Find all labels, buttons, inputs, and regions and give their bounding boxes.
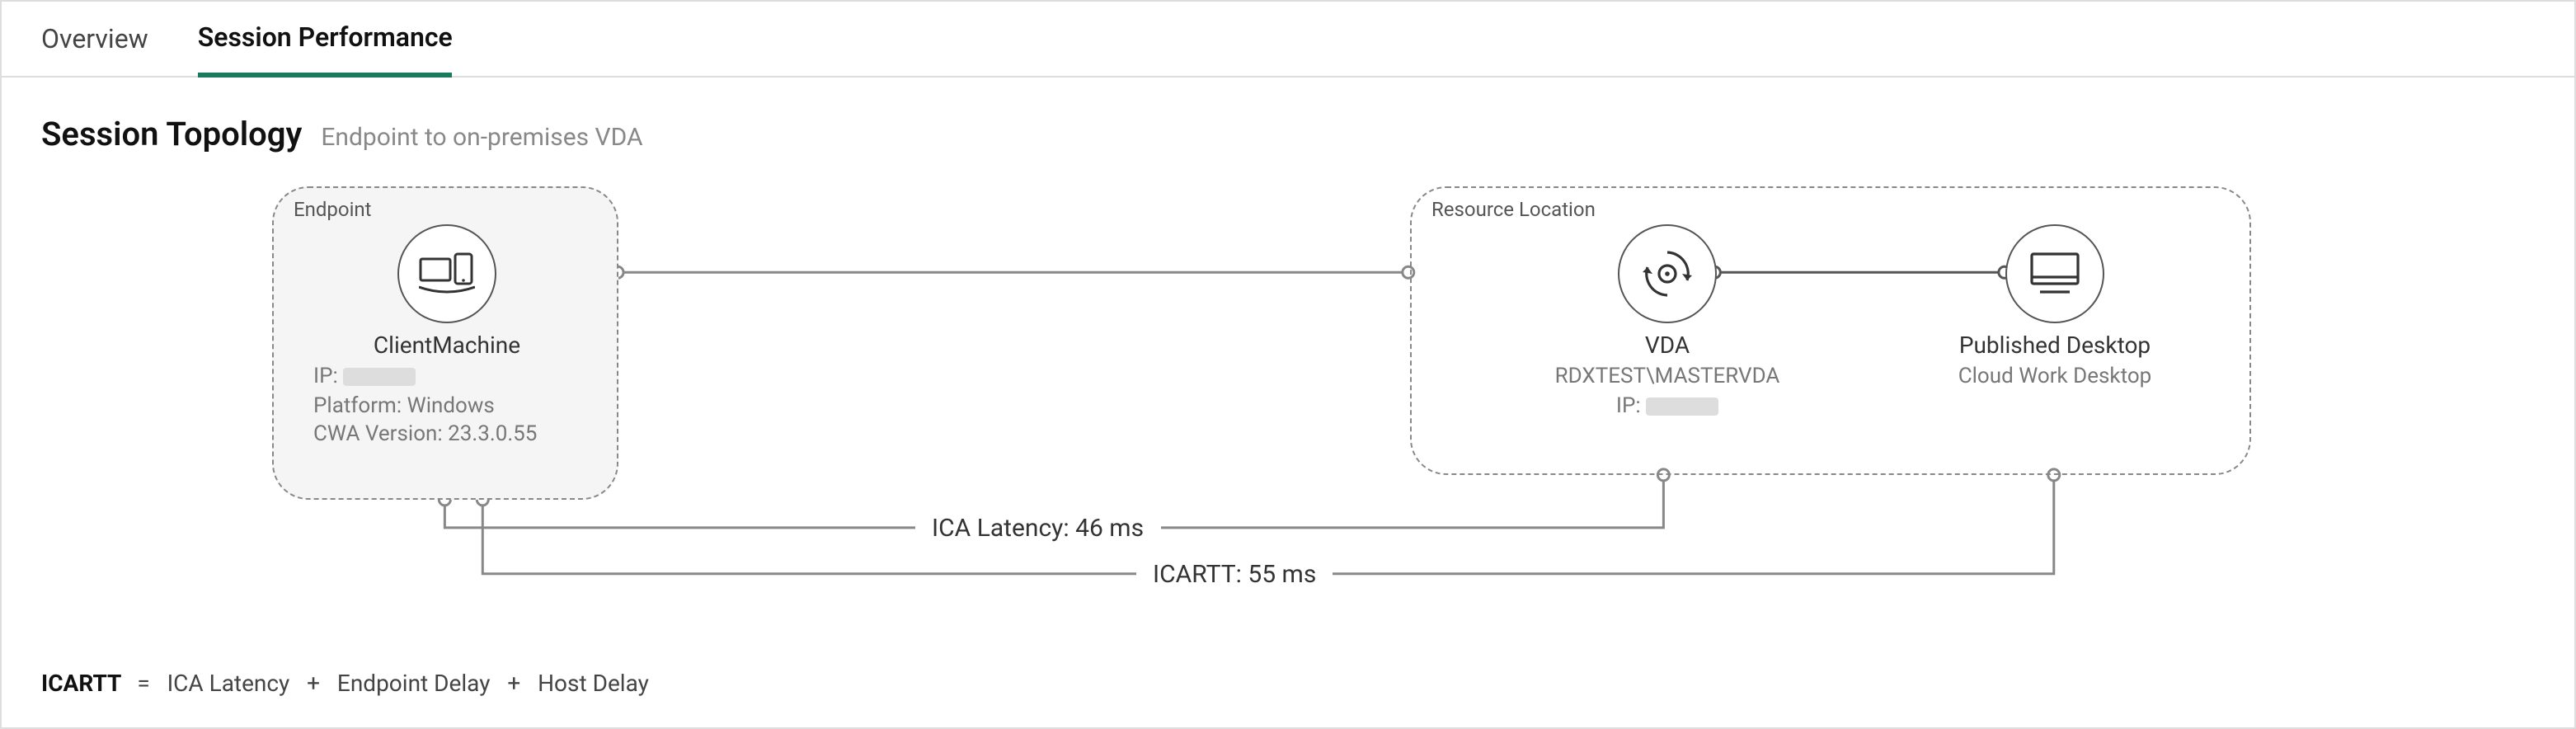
endpoint-ip-redacted [343,368,416,386]
vda-subnode: VDA RDXTEST\MASTERVDA IP: [1519,224,1816,421]
content-area: Session Topology Endpoint to on-premises… [2,78,2574,727]
endpoint-title: ClientMachine [290,333,604,360]
icartt-metric: ICARTT: 55 ms [1136,559,1333,589]
topology-diagram: Endpoint ClientMachine IP: [41,186,2535,665]
vda-ip-redacted [1646,397,1718,415]
formula-term-1: ICA Latency [167,671,290,698]
endpoint-ip-row: IP: [313,363,604,392]
tab-overview[interactable]: Overview [41,3,148,74]
resource-box-label: Resource Location [1431,198,2230,221]
icartt-label: ICARTT: [1153,559,1242,589]
formula-lhs: ICARTT [41,671,121,698]
icartt-value: 55 ms [1248,559,1316,589]
ica-latency-value: 46 ms [1075,513,1144,543]
vda-ip-label: IP: [1616,393,1641,418]
formula-eq: = [137,671,149,698]
monitor-icon [2005,224,2104,323]
ica-latency-metric: ICA Latency: 46 ms [915,513,1160,543]
vda-icon [1618,224,1717,323]
devices-icon [397,224,496,323]
published-desktop-subnode: Published Desktop Cloud Work Desktop [1906,224,2203,392]
endpoint-node: Endpoint ClientMachine IP: [272,186,618,500]
vda-title: VDA [1519,333,1816,360]
endpoint-box-label: Endpoint [294,198,597,221]
published-desktop-title: Published Desktop [1906,333,2203,360]
endpoint-ip-label: IP: [313,364,338,389]
resource-location-node: Resource Location VDA [1410,186,2251,475]
formula-term-2: Endpoint Delay [337,671,491,698]
tabs-bar: Overview Session Performance [2,2,2574,78]
endpoint-cwa-row: CWA Version: 23.3.0.55 [313,421,604,449]
vda-machine: RDXTEST\MASTERVDA [1519,363,1816,392]
ica-latency-label: ICA Latency: [932,513,1069,543]
published-desktop-name: Cloud Work Desktop [1906,363,2203,392]
endpoint-platform-value: Windows [407,393,495,418]
section-title: Session Topology [41,114,302,153]
formula-plus-1: + [307,671,320,698]
endpoint-cwa-label: CWA Version: [313,422,443,447]
tab-session-performance[interactable]: Session Performance [198,1,453,77]
endpoint-platform-row: Platform: Windows [313,392,604,421]
formula-plus-2: + [507,671,520,698]
icartt-formula: ICARTT = ICA Latency + Endpoint Delay + … [41,671,2535,698]
vda-ip-row: IP: [1519,392,1816,421]
section-subtitle: Endpoint to on-premises VDA [321,122,642,152]
endpoint-platform-label: Platform: [313,393,402,418]
formula-term-3: Host Delay [538,671,649,698]
endpoint-subnode: ClientMachine IP: Platform: Windows CWA … [290,224,604,449]
endpoint-cwa-value: 23.3.0.55 [448,422,537,447]
